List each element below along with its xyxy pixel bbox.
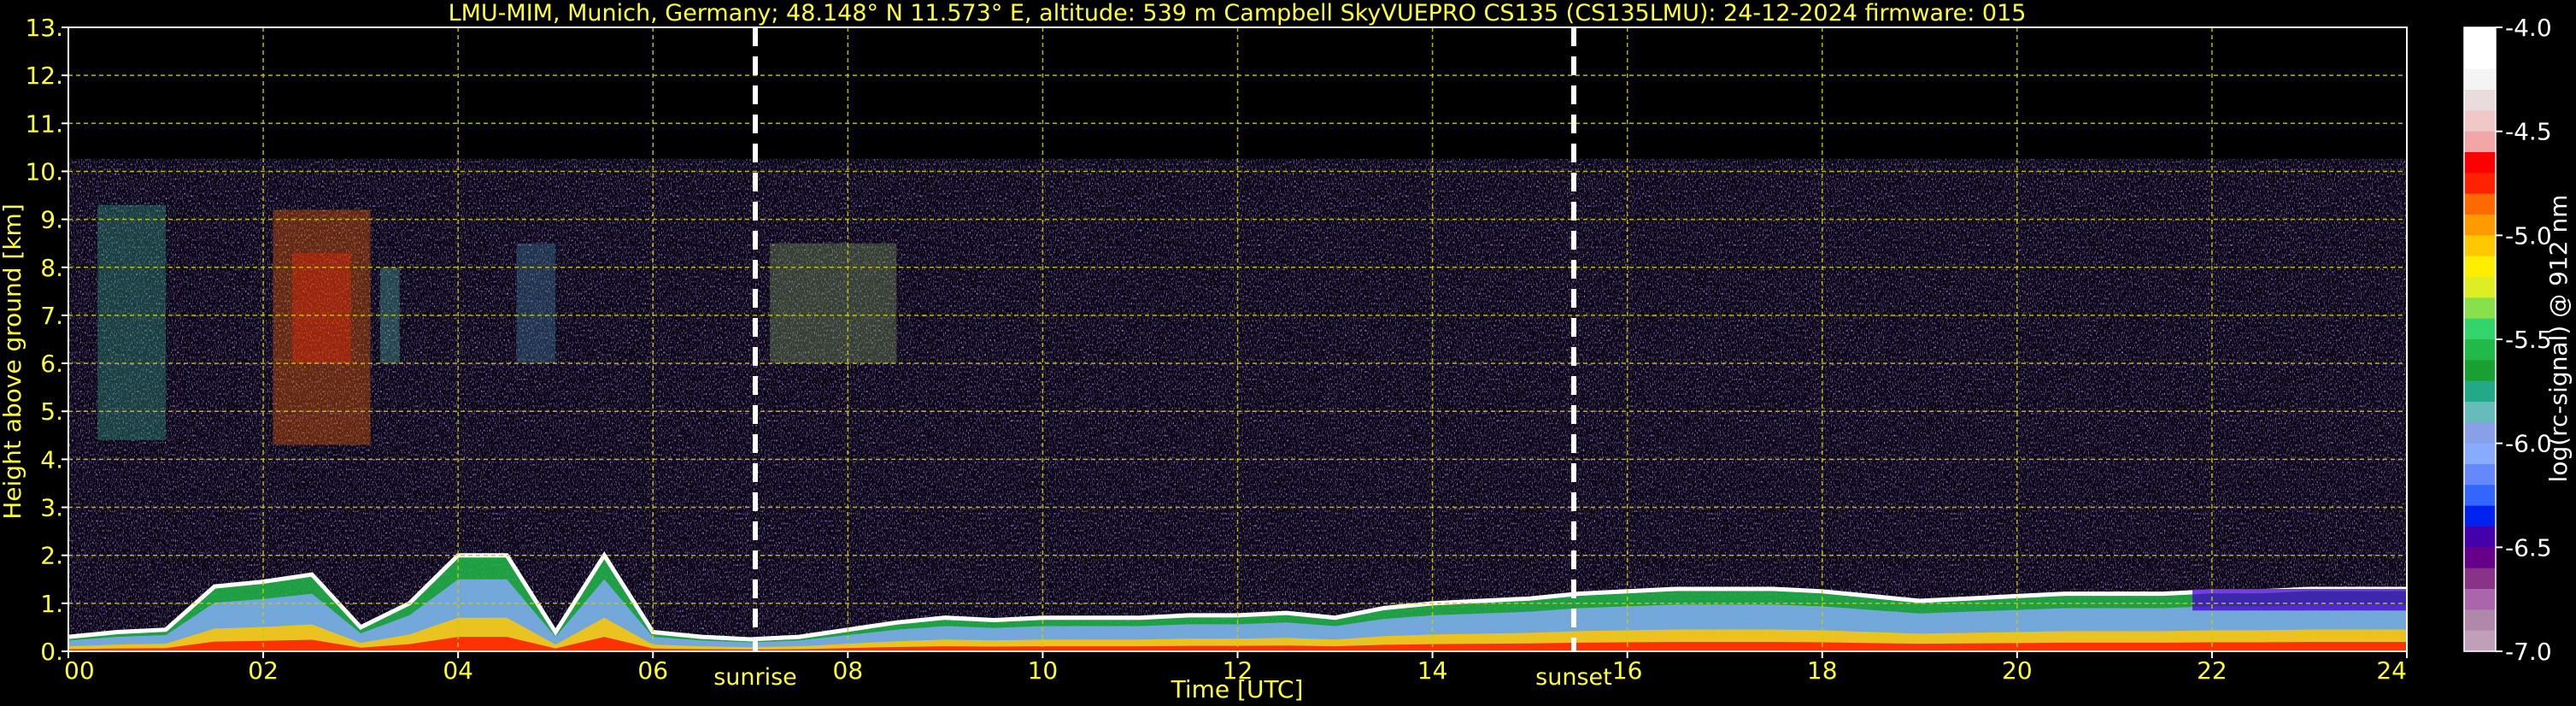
x-tick-label: 04 [443,656,473,685]
colorbar-swatch [2464,339,2496,361]
colorbar-swatch [2464,380,2496,403]
colorbar-swatch [2464,277,2496,298]
colorbar-swatch [2464,609,2496,632]
ceilometer-chart: LMU-MIM, Munich, Germany; 48.148° N 11.5… [0,0,2576,706]
colorbar-swatch [2464,547,2496,569]
colorbar-swatch [2464,235,2496,257]
colorbar-swatch [2464,90,2496,111]
y-tick-label: 2. [40,542,63,570]
y-tick-label: 3. [40,494,63,522]
colorbar-tick-label: -6.5 [2505,533,2552,562]
y-tick-label: 10. [25,157,63,185]
colorbar-swatch [2464,318,2496,340]
cloud-patch [292,252,351,364]
marker-label-sunset: sunset [1535,664,1612,691]
y-tick-label: 5. [40,397,63,426]
x-tick-label: 24 [2376,656,2407,685]
chart-title: LMU-MIM, Munich, Germany; 48.148° N 11.5… [449,0,2027,26]
colorbar-swatch [2464,464,2496,485]
colorbar-swatch [2464,402,2496,423]
cloud-patch [516,243,556,364]
x-tick-label: 08 [833,656,864,685]
colorbar-swatch [2464,193,2496,215]
colorbar-swatch [2464,173,2496,195]
y-tick-label: 4. [40,445,63,474]
colorbar-swatch [2464,68,2496,91]
y-tick-label: 6. [40,350,63,378]
colorbar-swatch [2464,443,2496,465]
x-tick-label: 16 [1612,656,1643,685]
colorbar-swatch [2464,215,2496,236]
x-tick-label: 00 [64,656,95,685]
y-tick-label: 12. [25,62,63,90]
colorbar-label: log(rc-signal) @ 912 nm [2544,195,2573,483]
colorbar-swatch [2464,589,2496,610]
x-tick-label: 20 [2002,656,2033,685]
x-axis-label: Time [UTC] [1171,675,1304,703]
colorbar-swatch [2464,485,2496,507]
x-tick-label: 06 [637,656,668,685]
cloud-patch [770,243,897,364]
x-tick-label: 02 [248,656,279,685]
y-tick-label: 11. [25,109,63,138]
colorbar-swatch [2464,297,2496,320]
x-tick-label: 18 [1807,656,1838,685]
y-tick-label: 9. [40,206,63,234]
x-tick-label: 10 [1028,656,1059,685]
colorbar-swatch [2464,110,2496,132]
colorbar-swatch [2464,48,2496,70]
colorbar-swatch [2464,505,2496,527]
y-tick-label: 13. [25,14,63,42]
y-tick-label: 1. [40,590,63,618]
y-tick-label: 8. [40,254,63,282]
colorbar-tick-label: -4.5 [2505,118,2552,146]
x-tick-label: 14 [1417,656,1448,685]
cloud-patch [379,267,400,364]
colorbar-swatch [2464,256,2496,278]
cloud-patch [97,204,167,440]
elevated-aerosol-layer [2192,589,2407,611]
colorbar-swatch [2464,27,2496,49]
colorbar-tick-label: -4.0 [2505,14,2552,42]
colorbar-swatch [2464,527,2496,548]
colorbar-swatch [2464,568,2496,590]
colorbar-swatch [2464,360,2496,382]
y-tick-label: 7. [40,302,63,330]
marker-label-sunrise: sunrise [713,664,797,691]
colorbar-swatch [2464,131,2496,153]
colorbar-swatch [2464,630,2496,652]
y-tick-label: 0. [40,638,63,666]
colorbar-swatch [2464,152,2496,174]
x-tick-label: 22 [2197,656,2227,685]
colorbar-swatch [2464,422,2496,444]
y-axis-label: Height above ground [km] [0,203,26,520]
colorbar-tick-label: -7.0 [2505,638,2552,666]
